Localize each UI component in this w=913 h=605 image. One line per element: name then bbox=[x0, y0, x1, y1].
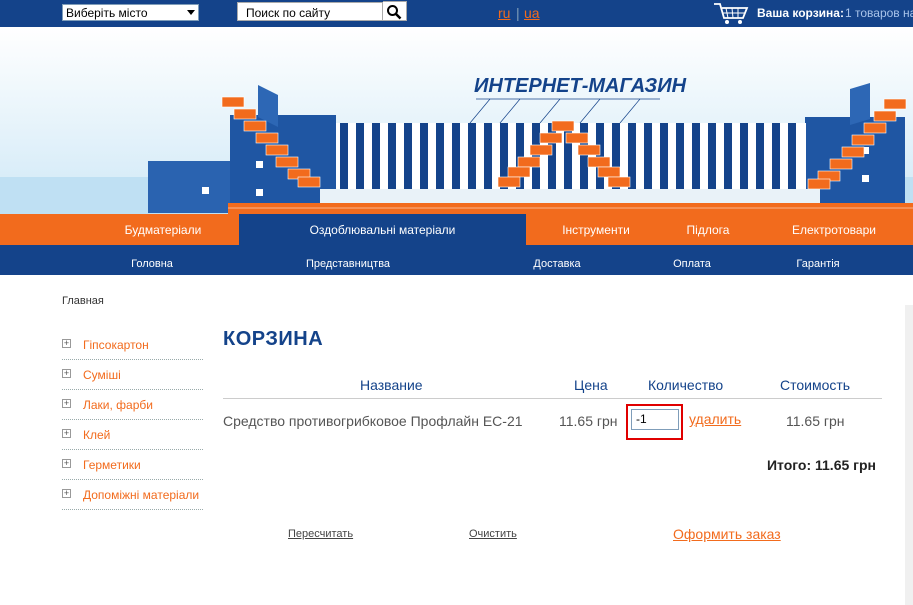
product-price: 11.65 грн bbox=[559, 413, 618, 429]
checkout-link[interactable]: Оформить заказ bbox=[673, 526, 781, 542]
sidebar-item-gypsum[interactable]: + Гіпсокартон bbox=[62, 330, 203, 360]
nav-link-home[interactable]: Головна bbox=[102, 245, 202, 275]
nav-item-ozdoblyuvalni[interactable]: Оздоблювальні матеріали bbox=[239, 214, 526, 247]
nav-link-representatives[interactable]: Представництва bbox=[288, 245, 408, 275]
nav-item-elektrotovary[interactable]: Електротовари bbox=[776, 214, 892, 245]
top-bar: Виберіть місто Поиск по сайту ru | ua Ва… bbox=[0, 0, 913, 27]
sidebar-item-label[interactable]: Лаки, фарби bbox=[83, 398, 153, 412]
nav-item-instrumenty[interactable]: Інструменти bbox=[526, 214, 666, 245]
category-sidebar: + Гіпсокартон + Суміші + Лаки, фарби + К… bbox=[62, 330, 203, 510]
chevron-down-icon bbox=[187, 10, 195, 15]
sidebar-item-label[interactable]: Суміші bbox=[83, 368, 121, 382]
expand-plus-icon[interactable]: + bbox=[62, 399, 71, 408]
column-header-price: Цена bbox=[574, 377, 608, 393]
product-cost: 11.65 грн bbox=[786, 413, 845, 429]
lang-ru-link[interactable]: ru bbox=[498, 5, 510, 21]
nav-link-warranty[interactable]: Гарантія bbox=[768, 245, 868, 275]
expand-plus-icon[interactable]: + bbox=[62, 369, 71, 378]
lang-ua-link[interactable]: ua bbox=[524, 5, 540, 21]
cart-count-link[interactable]: 1 товаров на bbox=[845, 6, 913, 20]
sidebar-item-label[interactable]: Клей bbox=[83, 428, 110, 442]
banner: ИНТЕРНЕТ-МАГАЗИН bbox=[0, 27, 913, 214]
nav-link-delivery[interactable]: Доставка bbox=[507, 245, 607, 275]
lang-separator: | bbox=[516, 5, 520, 21]
expand-plus-icon[interactable]: + bbox=[62, 429, 71, 438]
breadcrumb[interactable]: Главная bbox=[62, 295, 104, 307]
sidebar-item-auxiliary[interactable]: + Допоміжні матеріали bbox=[62, 480, 203, 510]
store-building-illustration bbox=[0, 83, 913, 214]
cart-total: Итого: 11.65 грн bbox=[766, 457, 876, 473]
sidebar-item-label[interactable]: Гіпсокартон bbox=[83, 338, 149, 352]
sidebar-item-glue[interactable]: + Клей bbox=[62, 420, 203, 450]
sidebar-item-mixtures[interactable]: + Суміші bbox=[62, 360, 203, 390]
cart-label: Ваша корзина: bbox=[757, 6, 844, 20]
search-input[interactable]: Поиск по сайту bbox=[237, 2, 383, 21]
nav-link-payment[interactable]: Оплата bbox=[642, 245, 742, 275]
city-select-value: Виберіть місто bbox=[66, 6, 148, 20]
sidebar-item-label[interactable]: Допоміжні матеріали bbox=[83, 488, 199, 502]
column-header-qty: Количество bbox=[648, 377, 724, 393]
quantity-highlight-box bbox=[626, 404, 683, 440]
cart-icon[interactable] bbox=[713, 1, 749, 25]
search-button[interactable] bbox=[383, 1, 407, 21]
clear-cart-link[interactable]: Очистить bbox=[469, 528, 517, 540]
header-divider bbox=[223, 398, 882, 399]
search-icon bbox=[387, 5, 402, 20]
search-placeholder: Поиск по сайту bbox=[246, 6, 331, 20]
nav-item-pidloga[interactable]: Підлога bbox=[666, 214, 750, 245]
sidebar-item-label[interactable]: Герметики bbox=[83, 458, 141, 472]
main-nav: Будматеріали Оздоблювальні матеріали Інс… bbox=[0, 214, 913, 247]
page-title: КОРЗИНА bbox=[223, 328, 324, 350]
expand-plus-icon[interactable]: + bbox=[62, 489, 71, 498]
scrollbar[interactable] bbox=[905, 305, 913, 605]
delete-link[interactable]: удалить bbox=[689, 411, 741, 427]
nav-item-budmaterialy[interactable]: Будматеріали bbox=[88, 214, 238, 245]
expand-plus-icon[interactable]: + bbox=[62, 339, 71, 348]
recalculate-link[interactable]: Пересчитать bbox=[288, 528, 353, 540]
sidebar-item-sealants[interactable]: + Герметики bbox=[62, 450, 203, 480]
product-name: Средство противогрибковое Профлайн ЕС-21 bbox=[223, 413, 523, 429]
column-header-cost: Стоимость bbox=[780, 377, 851, 393]
sidebar-item-paints[interactable]: + Лаки, фарби bbox=[62, 390, 203, 420]
sub-nav: Головна Представництва Доставка Оплата Г… bbox=[0, 245, 913, 275]
column-header-name: Название bbox=[360, 377, 423, 393]
city-select[interactable]: Виберіть місто bbox=[62, 4, 199, 21]
expand-plus-icon[interactable]: + bbox=[62, 459, 71, 468]
banner-title: ИНТЕРНЕТ-МАГАЗИН bbox=[474, 75, 687, 97]
